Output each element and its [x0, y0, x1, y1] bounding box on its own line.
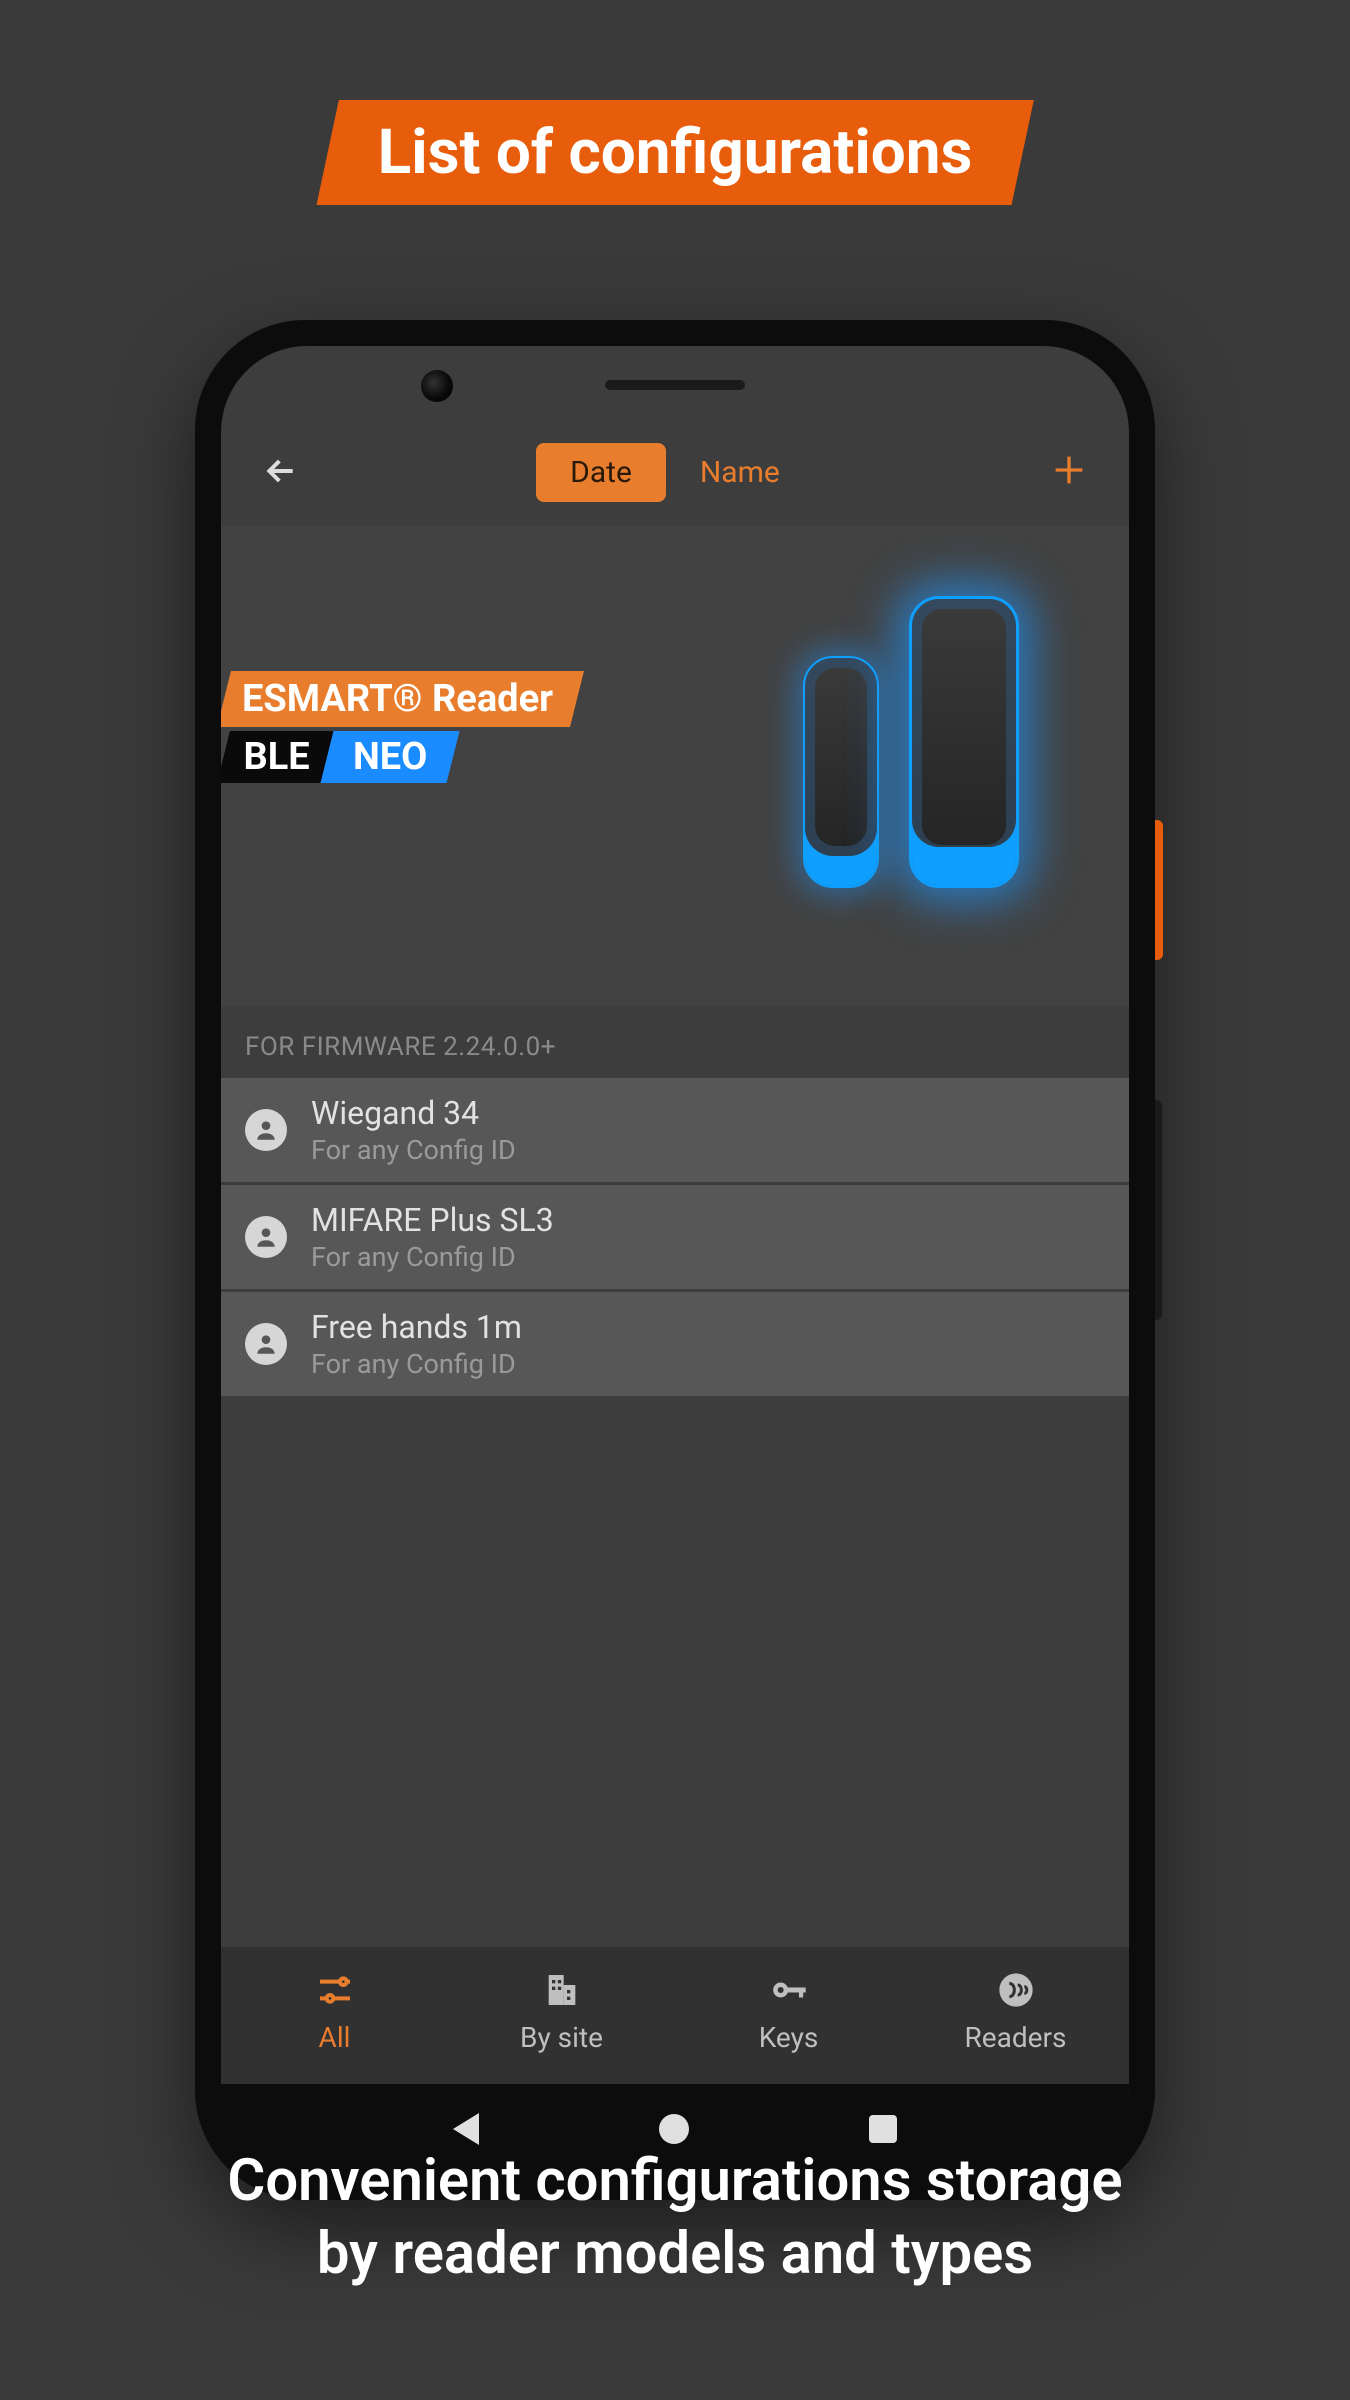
config-title: Wiegand 34	[311, 1094, 516, 1132]
nav-readers[interactable]: Readers	[936, 1969, 1096, 2054]
device-small	[803, 656, 879, 888]
person-icon	[245, 1216, 287, 1258]
config-item[interactable]: MIFARE Plus SL3 For any Config ID	[221, 1185, 1129, 1289]
page-title: List of configurations	[378, 116, 973, 189]
circle-home-icon	[659, 2114, 689, 2144]
footer-line2: by reader models and types	[0, 2218, 1350, 2291]
hero-section: ESMART® Reader BLE NEO	[221, 526, 1129, 1006]
back-arrow-icon	[261, 451, 301, 491]
app-header: Date Name	[221, 346, 1129, 526]
back-button[interactable]	[261, 451, 311, 502]
android-recent-button[interactable]	[869, 2115, 897, 2143]
config-list: Wiegand 34 For any Config ID MIFARE Plus…	[221, 1078, 1129, 1396]
person-icon	[245, 1323, 287, 1365]
building-icon	[542, 1969, 582, 2011]
app-screen: Date Name ESMART® Reader BLE NEO FOR FIR…	[221, 346, 1129, 2174]
triangle-back-icon	[453, 2113, 479, 2145]
readers-icon	[996, 1969, 1036, 2011]
square-recent-icon	[869, 2115, 897, 2143]
device-images	[803, 596, 1019, 888]
sort-segment: Date Name	[536, 443, 814, 502]
config-title: MIFARE Plus SL3	[311, 1201, 554, 1239]
nav-all-label: All	[319, 2021, 351, 2054]
config-subtitle: For any Config ID	[311, 1134, 516, 1166]
nav-readers-label: Readers	[965, 2021, 1067, 2054]
person-icon	[245, 1109, 287, 1151]
key-icon	[769, 1969, 809, 2011]
nav-by-site-label: By site	[520, 2021, 603, 2054]
config-subtitle: For any Config ID	[311, 1348, 522, 1380]
sort-name-button[interactable]: Name	[666, 443, 814, 502]
sort-date-button[interactable]: Date	[536, 443, 666, 502]
android-home-button[interactable]	[659, 2114, 689, 2144]
firmware-section-header: FOR FIRMWARE 2.24.0.0+	[221, 1006, 1129, 1078]
plus-icon	[1049, 450, 1089, 490]
sliders-icon	[315, 1969, 355, 2011]
config-subtitle: For any Config ID	[311, 1241, 554, 1273]
brand-labels: ESMART® Reader BLE NEO	[221, 671, 570, 783]
config-title: Free hands 1m	[311, 1308, 522, 1346]
android-back-button[interactable]	[453, 2113, 479, 2145]
bottom-nav: All By site Keys Readers	[221, 1947, 1129, 2084]
nav-keys[interactable]: Keys	[709, 1969, 869, 2054]
config-item[interactable]: Wiegand 34 For any Config ID	[221, 1078, 1129, 1182]
config-item[interactable]: Free hands 1m For any Config ID	[221, 1292, 1129, 1396]
nav-by-site[interactable]: By site	[482, 1969, 642, 2054]
brand-name: ESMART® Reader	[242, 677, 553, 721]
page-title-banner: List of configurations	[317, 100, 1034, 205]
phone-camera	[421, 370, 453, 402]
footer-caption: Convenient configurations storage by rea…	[0, 2145, 1350, 2290]
footer-line1: Convenient configurations storage	[0, 2145, 1350, 2218]
device-large	[909, 596, 1019, 888]
brand-name-badge: ESMART® Reader	[221, 671, 584, 727]
badge-neo: NEO	[321, 731, 460, 783]
phone-speaker	[605, 380, 745, 390]
add-button[interactable]	[1039, 445, 1089, 502]
nav-keys-label: Keys	[759, 2021, 819, 2054]
phone-frame: Date Name ESMART® Reader BLE NEO FOR FIR…	[195, 320, 1155, 2200]
nav-all[interactable]: All	[255, 1969, 415, 2054]
